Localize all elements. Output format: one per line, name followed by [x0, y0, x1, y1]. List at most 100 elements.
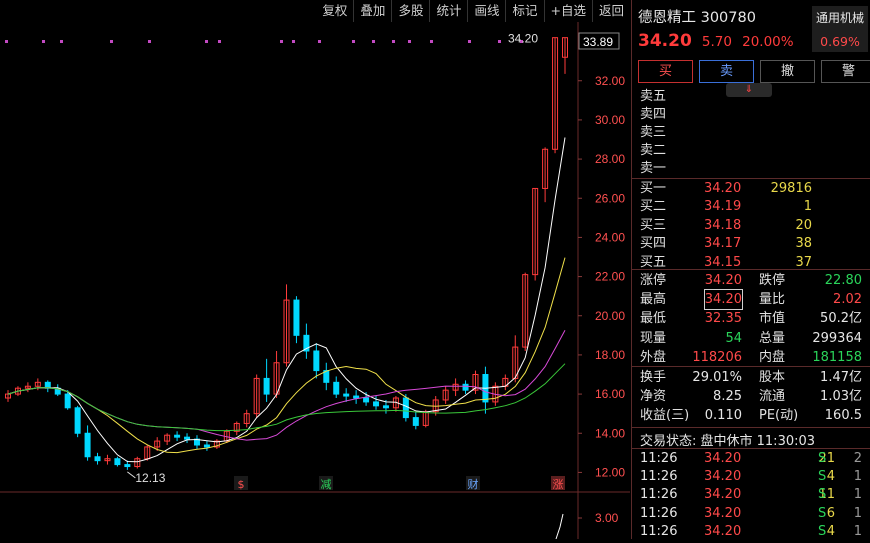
tick-row[interactable]: 11:26 34.20 4 S 1 — [632, 523, 870, 541]
sub-indicator-line — [555, 513, 564, 540]
stat-value: 34.20 — [703, 289, 744, 311]
sub-axis-label: 3.00 — [595, 511, 619, 525]
candle-body — [402, 397, 409, 419]
stat-label: 最高 — [640, 292, 667, 308]
ask-level-label: 卖五 — [640, 89, 667, 104]
bid-price: 34.20 — [704, 181, 742, 196]
toolbar-button-6[interactable]: +自选 — [543, 0, 592, 22]
event-marker: 减 — [321, 478, 332, 491]
toolbar-button-7[interactable]: 返回 — [591, 0, 630, 22]
bid-volume: 38 — [795, 236, 812, 252]
signal-marker — [408, 40, 411, 43]
fundamental-row: 收益(三) 0.110 PE(动) 160.5 — [632, 406, 870, 425]
candle-body — [462, 383, 469, 391]
tick-count: 2 — [853, 451, 862, 466]
signal-marker — [60, 40, 63, 43]
stat-row: 最低 32.35 市值 50.2亿 — [632, 309, 870, 328]
y-tick-label: 30.00 — [595, 113, 625, 127]
alert-button[interactable]: 警 — [821, 60, 870, 83]
tick-time: 11:26 — [640, 451, 678, 466]
price-line: 34.20 5.70 20.00% — [638, 31, 794, 51]
candle-body — [94, 456, 101, 462]
stat-value: 1.03亿 — [820, 389, 862, 405]
kline-chart[interactable]: 32.00 30.00 28.00 26.00 24.00 22.00 20.00 18.00… — [0, 22, 630, 540]
tick-row[interactable]: 11:26 34.20 11 S 1 — [632, 486, 870, 504]
candle-body — [263, 377, 270, 395]
tick-row[interactable]: 11:26 34.20 6 S 1 — [632, 505, 870, 523]
candle-body — [203, 444, 210, 448]
toolbar-button-4[interactable]: 画线 — [467, 0, 505, 22]
toolbar-button-3[interactable]: 统计 — [429, 0, 467, 22]
divider-bids-stats — [632, 269, 870, 270]
tick-list[interactable]: 11:26 34.20 21 S 2 11:26 34.20 4 S 1 11:26 34.20 11 S… — [632, 450, 870, 541]
stat-label: PE(动) — [759, 408, 799, 424]
event-marker: 涨 — [553, 478, 564, 491]
stat-label: 最低 — [640, 311, 667, 327]
cancel-order-button[interactable]: 撤 — [760, 60, 815, 83]
divider-stats — [632, 366, 870, 367]
ask-level-label: 卖四 — [640, 107, 667, 122]
stat-value: 50.2亿 — [820, 311, 862, 327]
signal-marker — [468, 40, 471, 43]
y-tick-label: 26.00 — [595, 191, 625, 205]
toolbar-button-1[interactable]: 叠加 — [353, 0, 391, 22]
signal-marker — [430, 40, 433, 43]
stat-label: 市值 — [759, 311, 786, 327]
stat-row: 外盘 118206 内盘 181158 — [632, 348, 870, 367]
tick-row[interactable]: 11:26 34.20 21 S 2 — [632, 450, 870, 468]
stat-label: 现量 — [640, 330, 667, 346]
bid-level-row[interactable]: 买一 34.20 29816 — [632, 180, 870, 198]
tick-volume: 4 — [826, 469, 835, 485]
candle-body — [343, 393, 350, 397]
signal-marker — [318, 40, 321, 43]
toolbar-button-5[interactable]: 标记 — [505, 0, 543, 22]
tick-volume: 4 — [826, 523, 835, 539]
stat-value: 22.80 — [824, 273, 862, 288]
stat-label: 净资 — [640, 389, 667, 405]
toolbar-button-2[interactable]: 多股 — [391, 0, 429, 22]
tick-price: 34.20 — [704, 523, 742, 539]
tick-time: 11:26 — [640, 523, 678, 539]
signal-marker — [352, 40, 355, 43]
y-tick-label: 16.00 — [595, 387, 625, 401]
stat-label: 收益(三) — [640, 408, 690, 424]
candle-body — [412, 417, 419, 426]
sell-button[interactable]: 卖 — [699, 60, 754, 83]
toolbar-button-0[interactable]: 复权 — [316, 0, 353, 22]
candle-body — [184, 436, 191, 440]
y-tick-label: 20.00 — [595, 309, 625, 323]
price-change: 5.70 — [701, 34, 732, 50]
stat-value: 2.02 — [833, 292, 862, 308]
y-tick-label: 24.00 — [595, 230, 625, 244]
stat-value: 54 — [725, 330, 742, 346]
toolbar: 复权 叠加 多股 统计 画线 标记 +自选 返回 — [0, 0, 630, 22]
tick-row[interactable]: 11:26 34.20 4 S 1 — [632, 468, 870, 486]
tick-volume: 6 — [826, 505, 835, 521]
stat-value: 34.20 — [704, 273, 742, 288]
candle-body — [353, 395, 360, 399]
sector-tag[interactable]: 通用机械 0.69% — [812, 6, 868, 52]
bid-level-row[interactable]: 买四 34.17 38 — [632, 235, 870, 253]
candle-body — [174, 434, 181, 438]
bid-level-row[interactable]: 买二 34.19 1 — [632, 198, 870, 216]
quote-stats: 涨停 34.20 跌停 22.80 最高 34.20 量比 2.02 最低 32.35 市值 50.2… — [632, 271, 870, 367]
last-price: 34.20 — [638, 31, 692, 51]
bid-level-label: 买二 — [640, 199, 667, 215]
tick-side: S — [818, 487, 827, 503]
min-price-pointer — [127, 471, 136, 479]
candle-body — [382, 405, 389, 409]
stat-value: 181158 — [812, 349, 862, 365]
trade-status: 交易状态: 盘中休市 11:30:03 — [640, 434, 816, 449]
candle-body — [313, 350, 320, 372]
tick-count: 1 — [853, 469, 862, 485]
bid-level-row[interactable]: 买三 34.18 20 — [632, 217, 870, 235]
stat-row: 涨停 34.20 跌停 22.80 — [632, 271, 870, 290]
candle-body — [363, 397, 370, 403]
fundamental-row: 换手 29.01% 股本 1.47亿 — [632, 368, 870, 387]
y-tick-label: 32.00 — [595, 74, 625, 88]
candle-body — [74, 407, 81, 434]
tick-time: 11:26 — [640, 469, 678, 485]
buy-button[interactable]: 买 — [638, 60, 693, 83]
signal-marker — [498, 40, 501, 43]
quote-panel: 德恩精工 300780 通用机械 0.69% 34.20 5.70 20.00%… — [631, 0, 870, 539]
